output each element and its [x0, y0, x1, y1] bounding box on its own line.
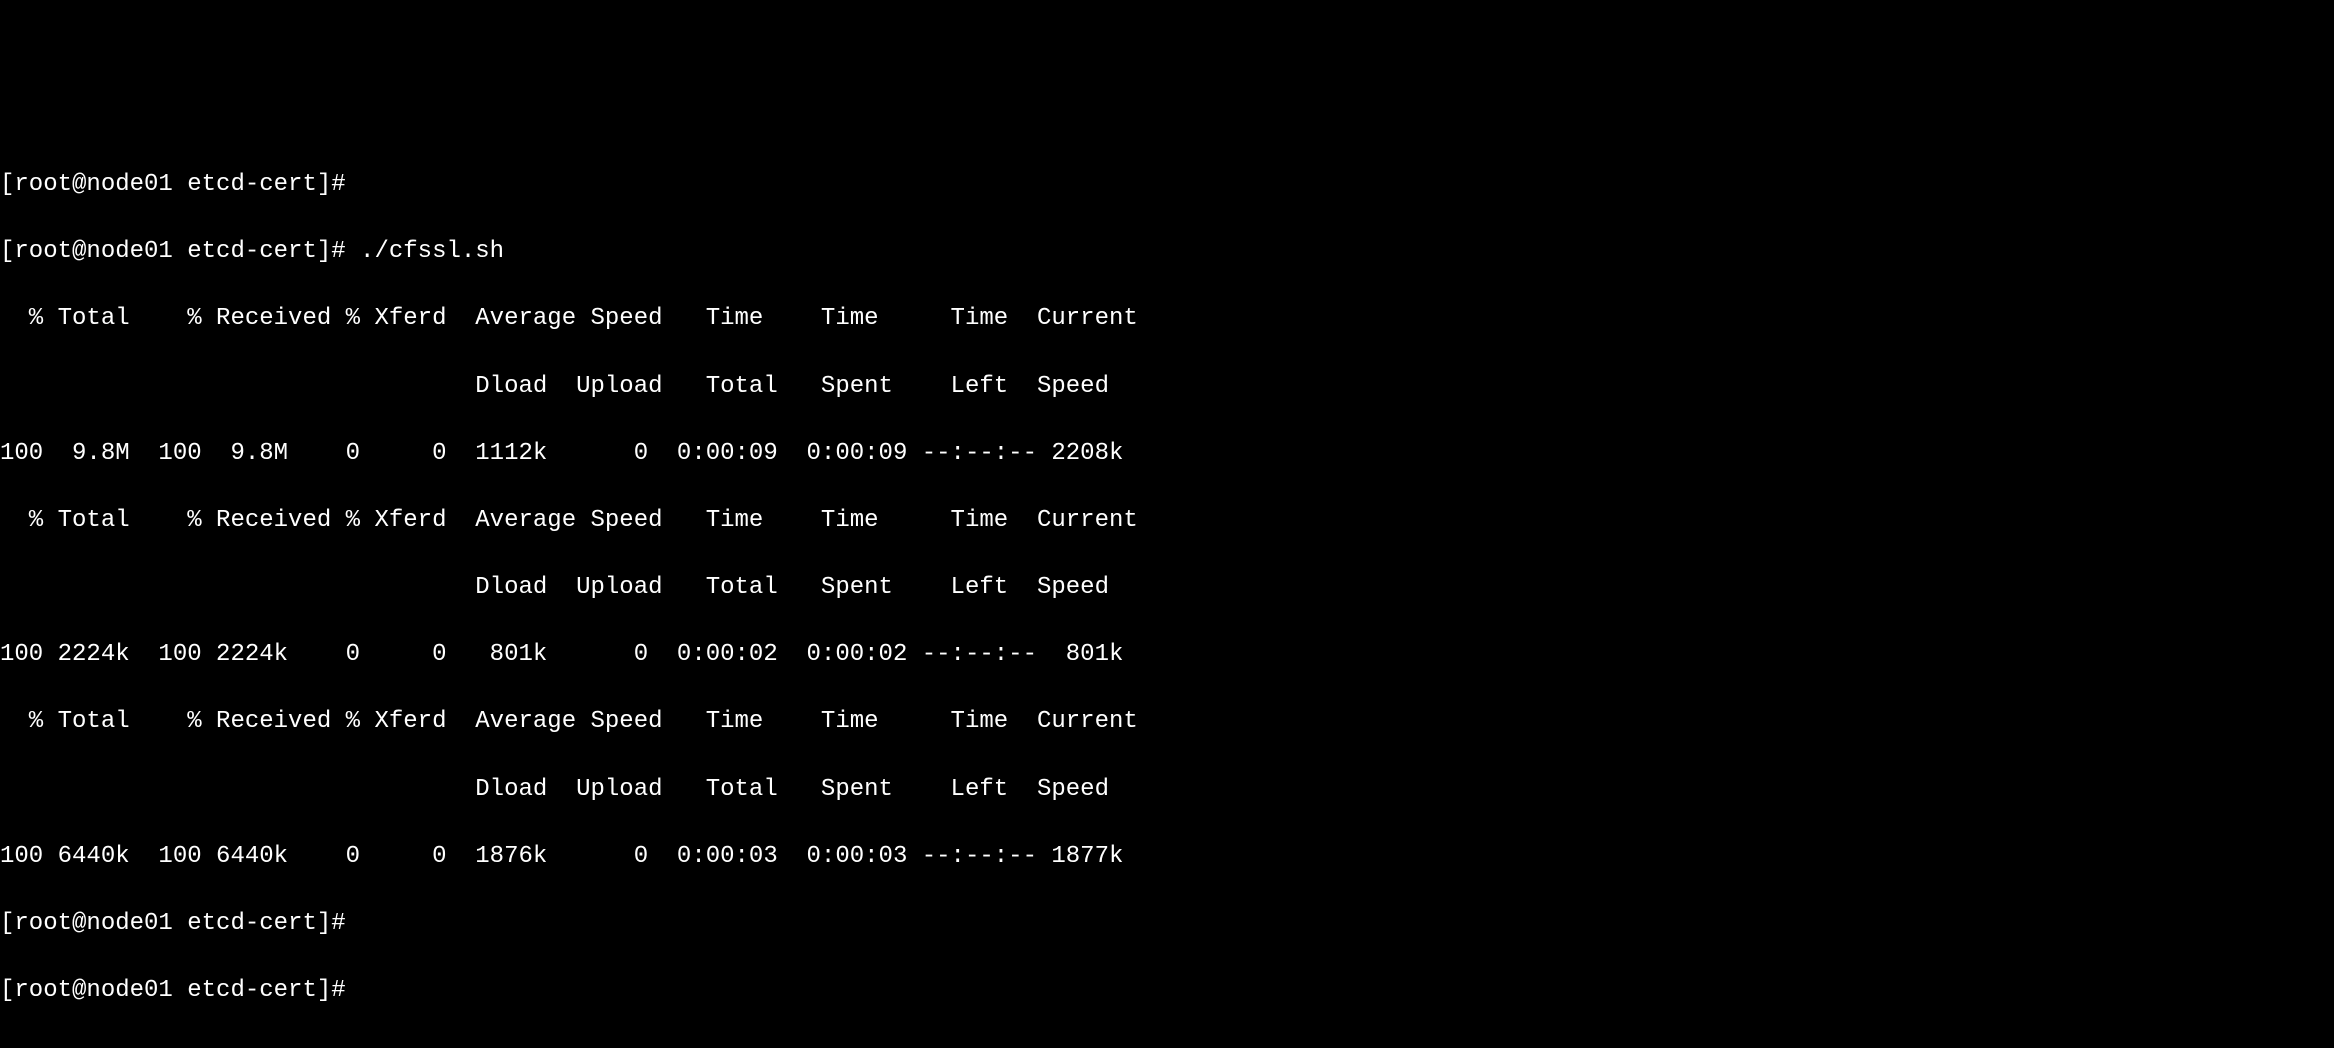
command-line: [root@node01 etcd-cert]# ./cfssl.sh — [0, 235, 2334, 269]
curl-progress-row: 100 6440k 100 6440k 0 0 1876k 0 0:00:03 … — [0, 840, 2334, 874]
curl-header: % Total % Received % Xferd Average Speed… — [0, 705, 2334, 739]
curl-header: % Total % Received % Xferd Average Speed… — [0, 504, 2334, 538]
curl-header: % Total % Received % Xferd Average Speed… — [0, 302, 2334, 336]
curl-progress-row: 100 2224k 100 2224k 0 0 801k 0 0:00:02 0… — [0, 638, 2334, 672]
prompt-line: [root@node01 etcd-cert]# — [0, 168, 2334, 202]
curl-progress-row: 100 9.8M 100 9.8M 0 0 1112k 0 0:00:09 0:… — [0, 437, 2334, 471]
terminal-output[interactable]: [root@node01 etcd-cert]# [root@node01 et… — [0, 134, 2334, 1041]
prompt-line: [root@node01 etcd-cert]# — [0, 974, 2334, 1008]
curl-subheader: Dload Upload Total Spent Left Speed — [0, 370, 2334, 404]
curl-subheader: Dload Upload Total Spent Left Speed — [0, 773, 2334, 807]
curl-subheader: Dload Upload Total Spent Left Speed — [0, 571, 2334, 605]
prompt-line: [root@node01 etcd-cert]# — [0, 907, 2334, 941]
